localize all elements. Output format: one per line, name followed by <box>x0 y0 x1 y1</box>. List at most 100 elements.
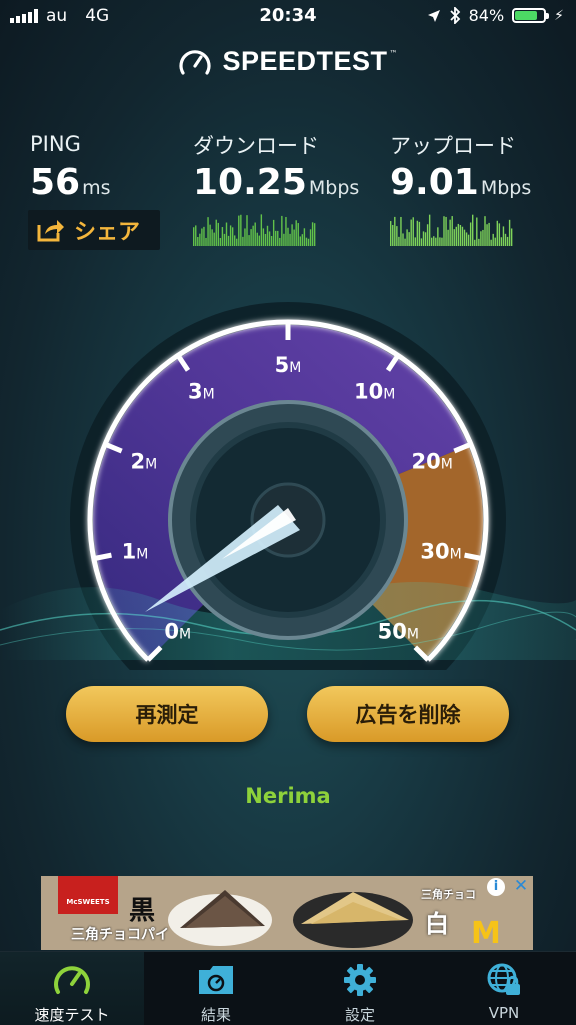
graph-bar <box>229 225 232 246</box>
retest-button[interactable]: 再測定 <box>66 686 268 742</box>
graph-bar <box>406 229 408 246</box>
ad-info-icon[interactable]: i <box>487 878 505 896</box>
graph-bar <box>392 225 394 246</box>
bluetooth-icon <box>449 7 460 24</box>
graph-bar <box>443 216 445 246</box>
graph-bar <box>215 219 217 246</box>
graph-bar <box>478 238 480 246</box>
graph-bar <box>238 215 240 246</box>
ad-product-image-white <box>293 892 413 948</box>
graph-bar <box>484 216 486 246</box>
graph-bar <box>441 237 443 246</box>
ad-text-white-sub: 三角チョコ <box>421 888 476 901</box>
graph-bar <box>258 235 260 246</box>
ad-banner[interactable]: McSWEETS 黒 三角チョコパイ 三角チョコ 白 M i ✕ <box>41 876 533 950</box>
graph-bar <box>199 233 201 246</box>
graph-bar <box>301 234 304 246</box>
graph-bar <box>488 222 490 246</box>
graph-bar <box>211 229 213 246</box>
graph-bar <box>275 230 277 246</box>
graph-bar <box>254 222 256 246</box>
graph-bar <box>205 237 207 246</box>
app-logo: SPEEDTEST ™ <box>0 46 576 77</box>
graph-bar <box>311 222 314 246</box>
graph-bar <box>264 233 267 246</box>
share-button[interactable]: シェア <box>28 210 160 250</box>
tab-results[interactable]: 結果 <box>144 952 288 1025</box>
graph-bar <box>453 229 455 246</box>
graph-bar <box>496 220 498 246</box>
graph-bar <box>480 231 482 246</box>
ad-text-white: 白 <box>425 910 449 938</box>
graph-bar <box>404 238 406 246</box>
graph-bar <box>486 224 488 246</box>
tab-speed-test[interactable]: 速度テスト <box>0 952 144 1025</box>
graph-bar <box>394 216 396 246</box>
graph-bar <box>242 236 244 246</box>
graph-bar <box>400 216 402 246</box>
server-name: Nerima <box>245 784 331 808</box>
graph-bar <box>461 226 464 246</box>
remove-ads-button[interactable]: 広告を削除 <box>307 686 509 742</box>
graph-bar <box>234 235 236 246</box>
graph-bar <box>225 222 228 246</box>
graph-bar <box>474 239 476 246</box>
graph-bar <box>209 224 211 246</box>
graph-bar <box>277 230 279 246</box>
results-folder-icon <box>199 966 233 994</box>
graph-bar <box>250 229 252 246</box>
graph-bar <box>252 225 254 246</box>
app-title: SPEEDTEST <box>222 46 388 76</box>
remove-ads-label: 広告を削除 <box>355 703 461 727</box>
tab-bar: 速度テスト 結果 設定 VPN <box>0 951 576 1025</box>
graph-bar <box>426 224 429 246</box>
graph-bar <box>287 227 289 246</box>
graph-bar <box>500 237 503 246</box>
tab-vpn[interactable]: VPN <box>432 952 576 1025</box>
graph-bar <box>285 217 287 246</box>
graph-bar <box>236 238 238 246</box>
graph-bar <box>398 236 400 246</box>
ping-unit: ms <box>82 177 111 199</box>
graph-bar <box>219 238 222 246</box>
graph-bar <box>297 223 299 246</box>
graph-bar <box>193 227 195 246</box>
graph-bar <box>504 233 507 246</box>
graph-bar <box>291 224 293 246</box>
graph-bar <box>418 221 421 246</box>
graph-bar <box>248 235 250 246</box>
speed-gauge: 0M1M2M3M5M10M20M30M50M <box>0 302 576 670</box>
graph-bar <box>472 214 474 246</box>
upload-label: アップロード <box>390 134 516 158</box>
graph-bar <box>467 234 470 246</box>
graph-bar <box>416 220 419 246</box>
ad-close-icon[interactable]: ✕ <box>511 876 531 896</box>
graph-bar <box>508 219 511 246</box>
graph-bar <box>227 235 230 246</box>
graph-bar <box>433 236 435 246</box>
graph-bar <box>223 233 226 246</box>
upload-readout: 9.01 Mbps <box>390 162 531 203</box>
graph-bar <box>390 221 392 246</box>
graph-bar <box>299 236 301 246</box>
download-graph <box>193 214 316 246</box>
graph-bar <box>431 237 433 246</box>
graph-bar <box>435 237 437 246</box>
graph-bar <box>197 236 199 246</box>
download-value: 10.25 <box>193 162 307 203</box>
graph-bar <box>303 228 306 246</box>
upload-unit: Mbps <box>480 177 532 199</box>
mcdonalds-logo-icon: M <box>471 916 501 950</box>
graph-bar <box>279 237 281 246</box>
graph-bar <box>445 216 447 246</box>
graph-bar <box>447 229 449 246</box>
charging-bolt-icon: ⚡ <box>554 7 564 24</box>
graph-bar <box>410 219 412 246</box>
download-unit: Mbps <box>308 177 360 199</box>
graph-bar <box>476 217 478 246</box>
status-bar: au 4G 20:34 84% ⚡ <box>0 0 576 34</box>
tab-settings[interactable]: 設定 <box>288 952 432 1025</box>
location-arrow-icon <box>427 9 440 22</box>
graph-bar <box>195 225 197 246</box>
graph-bar <box>402 233 404 246</box>
